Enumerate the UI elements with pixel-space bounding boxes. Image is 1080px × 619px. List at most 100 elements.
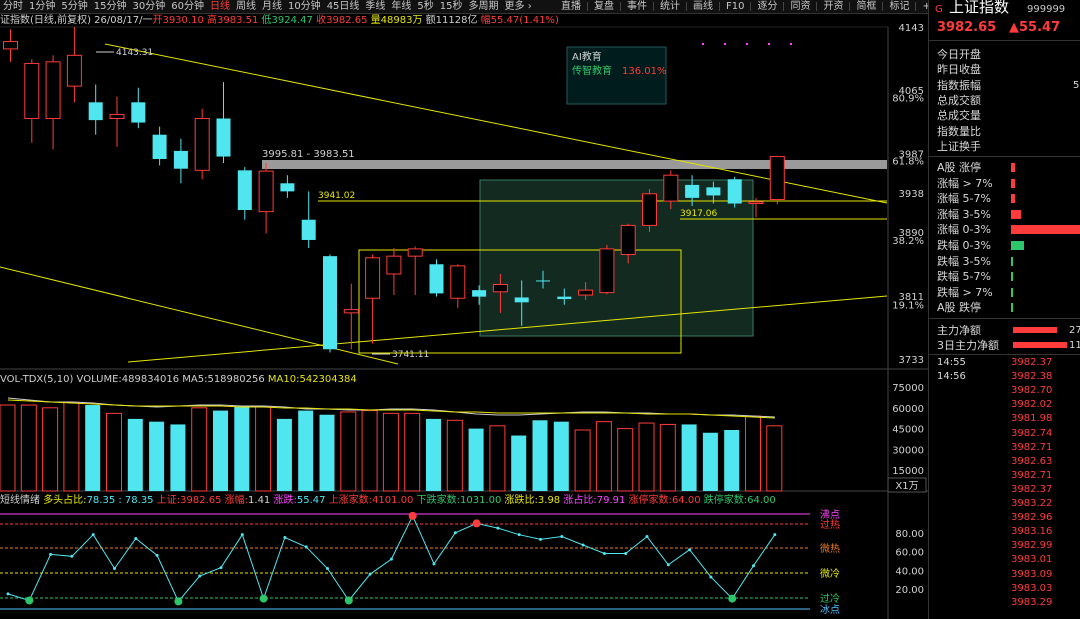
volume-bar (85, 405, 101, 491)
candle-body (727, 179, 742, 204)
sentiment-point (432, 562, 436, 566)
trough-label: 3741.11 (392, 350, 429, 360)
limit-up-value: 79.91 (596, 495, 626, 506)
marker-dot (790, 43, 792, 45)
cold-dot (259, 594, 268, 603)
price-axis-label: 80.9% (892, 93, 924, 104)
price-axis-label: 61.8% (892, 157, 924, 168)
volume-indicator-name: VOL-TDX(5,10) (0, 374, 74, 385)
price-axis-label: 38.2% (892, 236, 924, 247)
volume-axis-label: 15000 (892, 466, 924, 477)
dist-label-4: 涨幅 0-3% (937, 223, 991, 237)
flow-bar-1 (1013, 342, 1067, 348)
sentiment-point (91, 533, 95, 537)
candle-body (472, 290, 487, 297)
cold-dot (344, 596, 353, 605)
marker-dot (702, 43, 704, 45)
candle-body (769, 156, 785, 200)
tick-time: 14:56 (937, 371, 966, 383)
tick-price: 3983.09 (1011, 568, 1053, 580)
ratio-label: 涨跌比: (504, 495, 538, 506)
dist-label-2: 涨幅 5-7% (937, 192, 991, 206)
volume-bar (426, 418, 441, 491)
candle-body (280, 183, 295, 192)
volume-bar (617, 428, 634, 492)
volume-bar (63, 401, 80, 492)
hot-dot (472, 519, 481, 528)
volume-bar (20, 404, 37, 492)
candle-body (258, 170, 274, 213)
side-header: G 上证指数 999999 (929, 0, 1080, 18)
dist-bar-9 (1011, 303, 1013, 313)
sentiment-axis-label: 20.00 (895, 585, 924, 596)
volume-bar (511, 435, 527, 491)
sentiment-point (602, 551, 606, 555)
bull-label: 多头占比: (43, 495, 87, 506)
candle-body (194, 118, 210, 171)
tick-price: 3982.37 (1011, 483, 1053, 495)
candle-body (450, 265, 466, 299)
tick-price: 3982.37 (1011, 357, 1053, 368)
dn-label: 涨跌: (273, 495, 297, 506)
peak-label: 4143.31 (116, 48, 153, 58)
candle-body (365, 257, 381, 299)
vol-value: 489834016 (121, 374, 180, 385)
sentiment-point (113, 567, 116, 571)
side-field-1: 昨日收盘 (937, 63, 981, 77)
sentiment-point (581, 543, 585, 547)
candle-body (343, 309, 359, 314)
volume-axis-label: 45000 (892, 425, 924, 436)
volume-bar (170, 424, 186, 491)
sh-label: 上证: (156, 495, 181, 506)
candle-body (301, 219, 316, 240)
price-axis-label: 3733 (899, 355, 924, 366)
dist-bar-4 (1011, 225, 1080, 235)
level2-label: 3917.06 (680, 209, 717, 219)
group-letter[interactable]: G (935, 1, 943, 19)
sentiment-point (624, 551, 628, 555)
volume-bar (106, 412, 122, 492)
dist-label-7: 跌幅 5-7% (937, 270, 991, 284)
tick-price: 3983.22 (1011, 498, 1053, 509)
volume-axis-label: 30000 (892, 445, 924, 456)
volume-bar (489, 425, 506, 492)
candle-body (706, 187, 721, 196)
ma10-label: MA10: (267, 374, 300, 385)
sentiment-point (517, 533, 521, 537)
volume-bar (659, 423, 676, 492)
tick-price: 3983.29 (1011, 596, 1053, 608)
tick-price: 3982.71 (1011, 441, 1053, 453)
sentiment-point (709, 575, 713, 579)
candle-body (663, 174, 679, 202)
dist-bar-0 (1011, 163, 1015, 172)
candle-body (536, 280, 550, 282)
volume-bar (42, 407, 59, 492)
volume-bar (298, 410, 314, 491)
volume-bar (766, 425, 783, 492)
candle-body (578, 289, 594, 296)
candle-body (88, 102, 103, 121)
sector-item: 传智教育 (572, 64, 612, 77)
price-axis-label: 19.1% (892, 301, 924, 312)
candle-body (109, 113, 125, 120)
main-chart[interactable]: 4143.31 3741.11 3995.81 - 3983.51 3941.02 39… (0, 0, 928, 619)
volume-bar (234, 406, 250, 491)
range-label: 3995.81 - 3983.51 (262, 149, 355, 160)
sector-title: AI教育 (572, 50, 602, 63)
side-field-6: 上证换手 (937, 139, 981, 153)
volume-bar (255, 405, 272, 492)
level1-label: 3941.02 (318, 191, 355, 201)
volume-bar (724, 429, 740, 491)
zone-label: 冰点 (820, 603, 840, 616)
candle-body (386, 255, 402, 275)
dist-label-5: 跌幅 0-3% (937, 239, 991, 252)
sentiment-point (666, 563, 670, 567)
side-field-0: 今日开盘 (937, 48, 981, 61)
tick-price: 3982.02 (1011, 399, 1053, 411)
tick-price: 3982.63 (1011, 455, 1053, 467)
sentiment-point (219, 566, 223, 570)
candle-body (24, 62, 40, 120)
sentiment-point (688, 548, 692, 552)
volume-bar (361, 410, 378, 492)
marker-dot (768, 43, 770, 45)
